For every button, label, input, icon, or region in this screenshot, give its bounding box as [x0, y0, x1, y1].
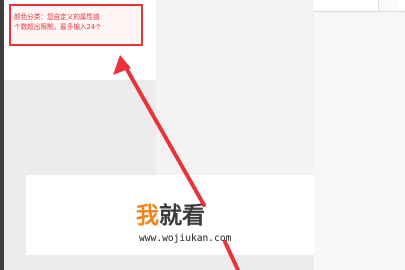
annotation-arrow-shaft-lower — [223, 240, 240, 270]
annotation-arrow-shaft-upper — [123, 64, 206, 207]
annotation-arrow — [113, 55, 240, 270]
